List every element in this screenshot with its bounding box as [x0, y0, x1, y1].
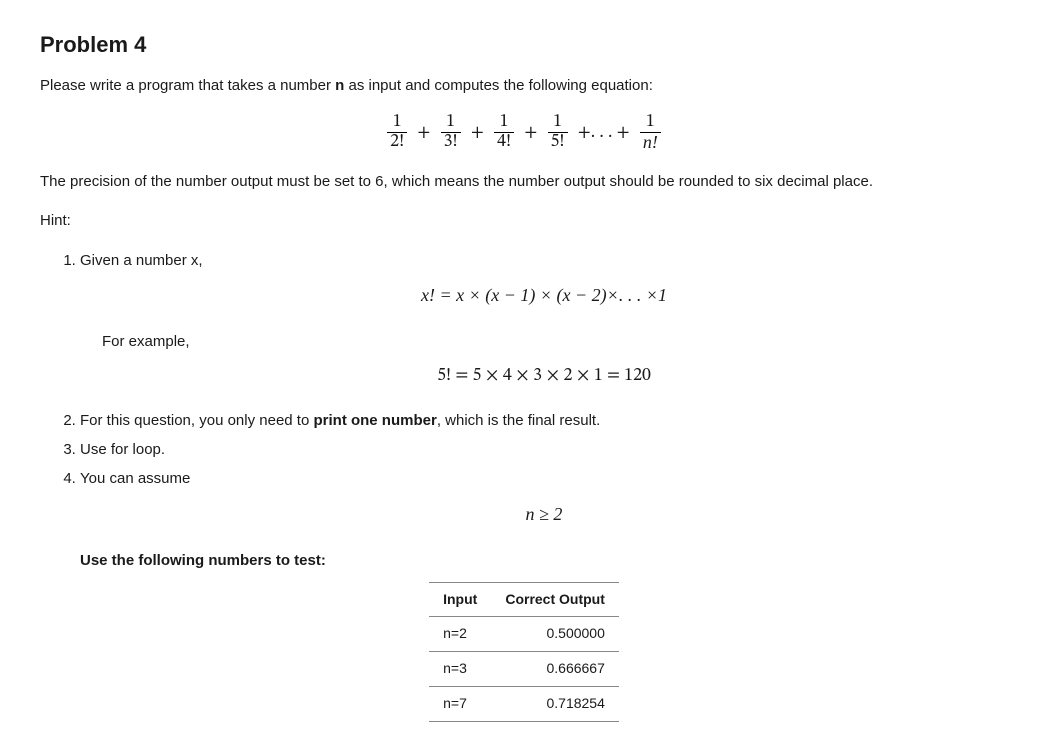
frac-den-0: 2! — [387, 132, 407, 152]
plus-op: + — [520, 124, 541, 142]
plus-op: + — [413, 124, 434, 142]
table-row: n=2 0.500000 — [429, 617, 619, 652]
cell-input-2: n=7 — [429, 686, 491, 721]
frac-den-1: 3! — [441, 132, 461, 152]
frac-num-0: 1 — [387, 113, 407, 132]
table-row: n=7 0.718254 — [429, 686, 619, 721]
frac-num-n: 1 — [640, 113, 661, 132]
hint-item-3: Use for loop. — [80, 438, 1008, 461]
table-row: n=3 0.666667 — [429, 652, 619, 687]
hint1-text: Given a number x, — [80, 249, 1008, 272]
problem-title: Problem 4 — [40, 28, 1008, 62]
test-table: Input Correct Output n=2 0.500000 n=3 0.… — [429, 582, 619, 722]
cell-output-2: 0.718254 — [491, 686, 619, 721]
intro-paragraph: Please write a program that takes a numb… — [40, 74, 1008, 97]
intro-text-post: as input and computes the following equa… — [344, 77, 653, 94]
dots-op: +. . . + — [574, 124, 634, 142]
frac-num-1: 1 — [441, 113, 461, 132]
hint2-bold: print one number — [313, 412, 436, 429]
hint2-post: , which is the final result. — [437, 412, 600, 429]
cell-input-1: n=3 — [429, 652, 491, 687]
cell-output-1: 0.666667 — [491, 652, 619, 687]
equation-main: 12! + 13! + 14! + 15! +. . . + 1n! — [40, 113, 1008, 152]
intro-var-n: n — [335, 77, 344, 94]
frac-den-3: 5! — [548, 132, 568, 152]
plus-op: + — [467, 124, 488, 142]
hint-item-2: For this question, you only need to prin… — [80, 409, 1008, 432]
for-example-text: For example, — [80, 330, 1008, 353]
table-head-row: Input Correct Output — [429, 582, 619, 617]
th-input: Input — [429, 582, 491, 617]
frac-den-2: 4! — [494, 132, 514, 152]
hint4-text: You can assume — [80, 470, 190, 487]
test-label: Use the following numbers to test: — [80, 549, 1008, 572]
hint-label: Hint: — [40, 209, 1008, 232]
cell-output-0: 0.500000 — [491, 617, 619, 652]
eq-assume-text: n ≥ 2 — [526, 504, 563, 524]
frac-num-2: 1 — [494, 113, 514, 132]
hint2-pre: For this question, you only need to — [80, 412, 313, 429]
frac-num-3: 1 — [548, 113, 568, 132]
hint-item-4: You can assume n ≥ 2 Use the following n… — [80, 467, 1008, 571]
equation-factorial: x! = x × (x − 1) × (x − 2)×. . . ×1 — [80, 282, 1008, 312]
equation-assume: n ≥ 2 — [80, 501, 1008, 531]
frac-den-n: n! — [640, 132, 661, 152]
cell-input-0: n=2 — [429, 617, 491, 652]
hint-item-1: Given a number x, x! = x × (x − 1) × (x … — [80, 249, 1008, 391]
intro-text-pre: Please write a program that takes a numb… — [40, 77, 335, 94]
precision-text: The precision of the number output must … — [40, 170, 1008, 193]
equation-example: 5! = 5 × 4 × 3 × 2 × 1 = 120 — [80, 363, 1008, 391]
eq-factorial-text: x! = x × (x − 1) × (x − 2)×. . . ×1 — [421, 285, 667, 305]
th-output: Correct Output — [491, 582, 619, 617]
hint-list: Given a number x, x! = x × (x − 1) × (x … — [40, 249, 1008, 572]
